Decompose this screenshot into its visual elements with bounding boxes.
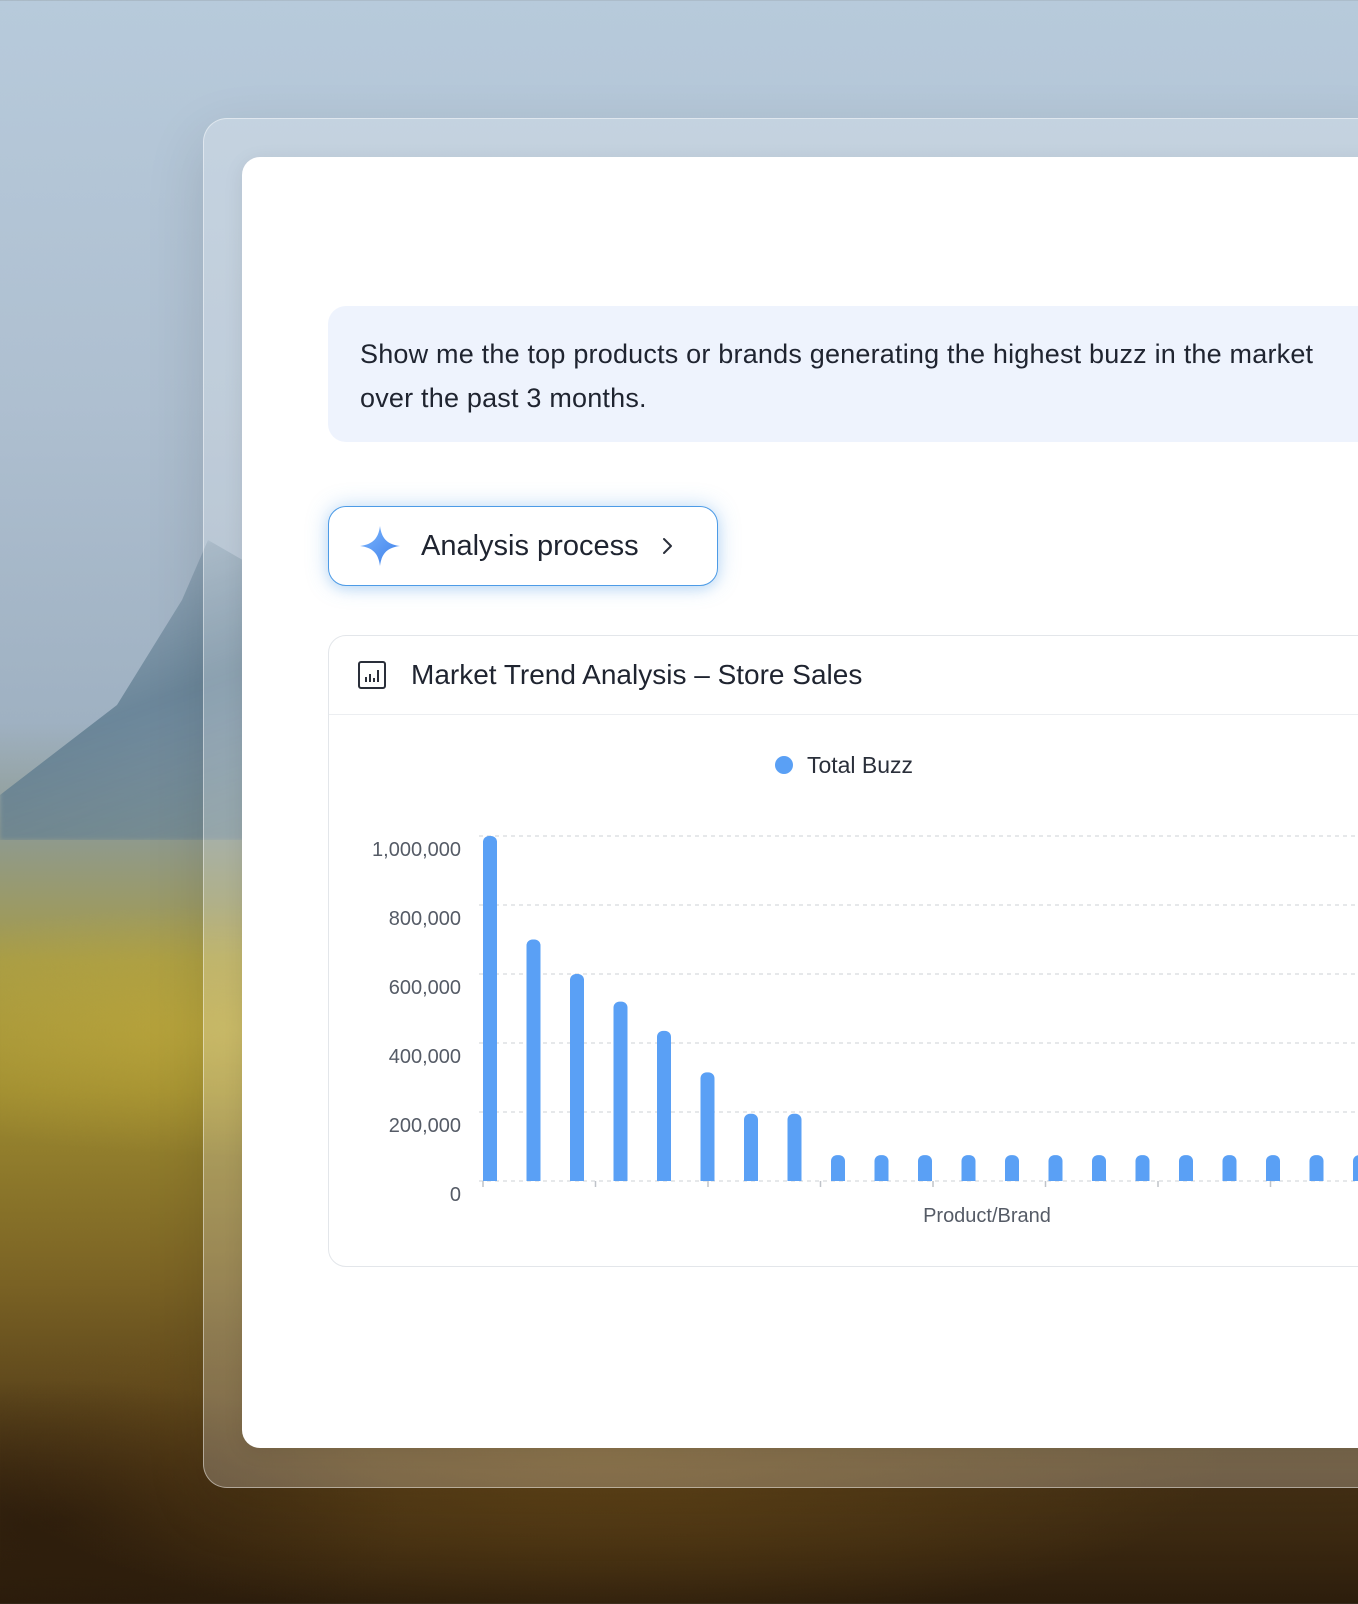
bar-base xyxy=(1222,1173,1237,1181)
bar[interactable] xyxy=(483,836,497,1181)
bar-base xyxy=(1266,1173,1280,1181)
bar[interactable] xyxy=(700,1072,715,1181)
bar-base xyxy=(1309,1173,1324,1181)
analysis-process-button[interactable]: Analysis process xyxy=(328,506,718,586)
bar-base xyxy=(831,1173,845,1181)
x-axis-label: Product/Brand xyxy=(923,1205,1051,1227)
bar-base xyxy=(526,1173,541,1181)
bar-base xyxy=(570,1173,584,1181)
bar[interactable] xyxy=(526,939,541,1182)
bar-base xyxy=(613,1173,628,1181)
bar-base xyxy=(787,1173,802,1181)
bar-base xyxy=(1179,1173,1193,1181)
bar[interactable] xyxy=(657,1030,671,1181)
chart-card: Market Trend Analysis – Store Sales Tota… xyxy=(328,635,1358,1267)
bar-base xyxy=(874,1173,889,1181)
bar-base xyxy=(961,1173,976,1181)
y-tick-label: 200,000 xyxy=(389,1115,461,1137)
bar-base xyxy=(1353,1173,1358,1181)
chevron-right-icon xyxy=(662,538,672,554)
bar[interactable] xyxy=(570,974,584,1181)
user-prompt-text: Show me the top products or brands gener… xyxy=(360,339,1314,413)
bar-base xyxy=(1135,1173,1150,1181)
bar-base xyxy=(1092,1173,1106,1181)
y-tick-label: 400,000 xyxy=(389,1046,461,1068)
bar[interactable] xyxy=(744,1113,758,1181)
bar[interactable] xyxy=(787,1113,802,1181)
bar-base xyxy=(744,1173,758,1181)
analysis-process-label: Analysis process xyxy=(421,529,639,562)
bar-base xyxy=(483,1173,497,1181)
sparkle-icon xyxy=(360,526,400,566)
y-tick-label: 0 xyxy=(450,1184,461,1206)
bar-base xyxy=(1005,1173,1019,1181)
bar-base xyxy=(657,1173,671,1181)
bar-base xyxy=(918,1173,932,1181)
y-tick-label: 800,000 xyxy=(389,908,461,930)
bar-base xyxy=(1048,1173,1063,1181)
bar-chart-plot: 1,000,000 800,000 600,000 400,000 200,000 0 Pr… xyxy=(372,835,1358,1227)
bar[interactable] xyxy=(613,1001,628,1181)
bar-base xyxy=(700,1173,715,1181)
user-prompt-bubble: Show me the top products or brands gener… xyxy=(328,306,1358,442)
y-tick-label: 1,000,000 xyxy=(372,839,461,861)
y-tick-label: 600,000 xyxy=(389,977,461,999)
